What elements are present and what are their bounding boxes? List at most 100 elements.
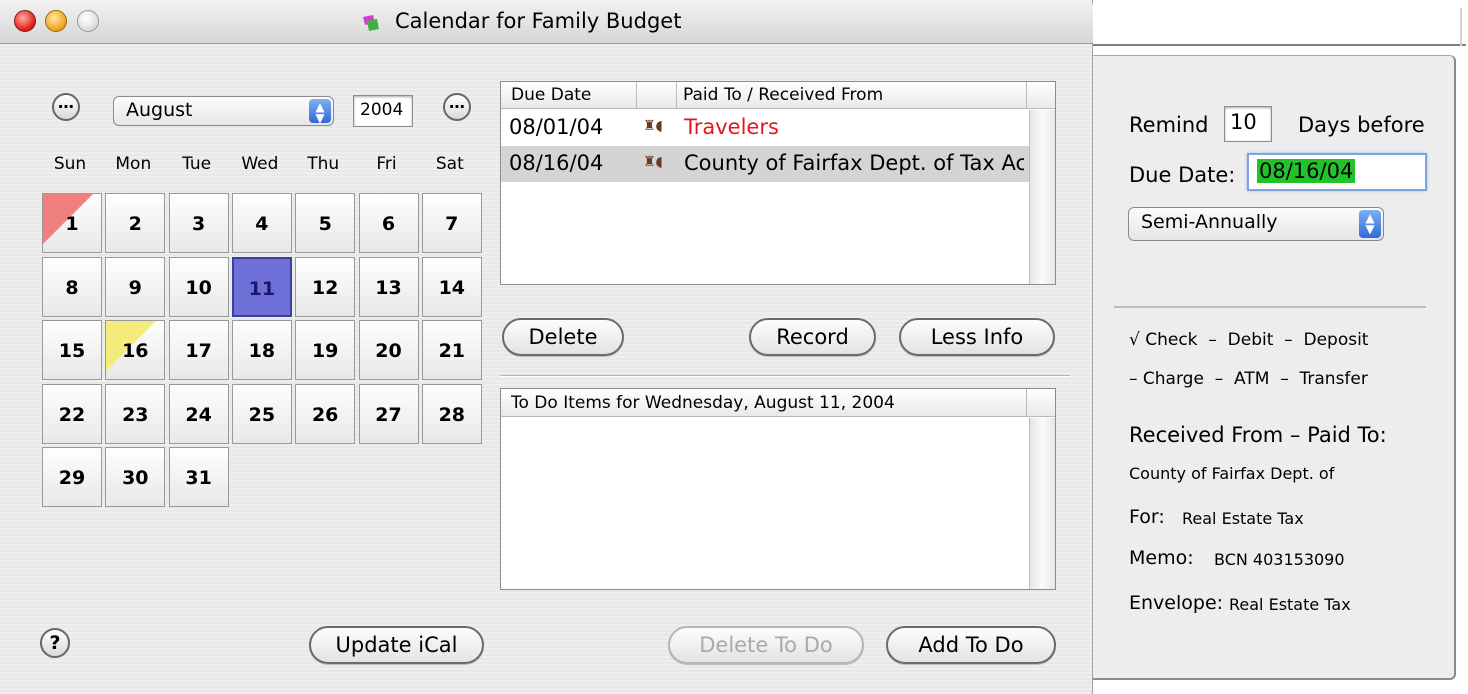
table-row[interactable]: 08/01/04 ♜◖ Travelers bbox=[501, 110, 1029, 145]
month-value: August bbox=[126, 99, 193, 121]
add-todo-button[interactable]: Add To Do bbox=[886, 626, 1056, 664]
col-due-date-header[interactable]: Due Date bbox=[511, 85, 591, 105]
calendar-day-18[interactable]: 18 bbox=[231, 320, 292, 380]
weekday-label: Tue bbox=[182, 154, 212, 174]
weekday-label: Thu bbox=[307, 154, 340, 174]
calendar-day-11[interactable]: 11 bbox=[231, 256, 292, 317]
calendar-day-12[interactable]: 12 bbox=[295, 256, 356, 317]
day-number: 18 bbox=[248, 340, 276, 362]
calendar-day-26[interactable]: 26 bbox=[295, 383, 356, 444]
todo-header: To Do Items for Wednesday, August 11, 20… bbox=[511, 393, 895, 413]
calendar-day-5[interactable]: 5 bbox=[295, 193, 356, 253]
section-divider bbox=[500, 375, 1070, 377]
calendar-day-30[interactable]: 30 bbox=[105, 447, 166, 507]
row-due-date: 08/16/04 bbox=[509, 151, 604, 175]
day-number: 21 bbox=[438, 340, 466, 362]
calendar-day-20[interactable]: 20 bbox=[358, 320, 419, 380]
help-button[interactable]: ? bbox=[40, 628, 70, 658]
day-number: 16 bbox=[122, 340, 149, 362]
drawer-divider bbox=[1114, 306, 1426, 308]
calendar-day-31[interactable]: 31 bbox=[168, 447, 229, 507]
calendar-day-27[interactable]: 27 bbox=[358, 383, 419, 444]
day-number: 12 bbox=[311, 276, 339, 299]
row-paid-to: Travelers bbox=[684, 115, 779, 139]
day-number: 31 bbox=[185, 467, 212, 489]
calendar-day-3[interactable]: 3 bbox=[168, 193, 229, 253]
frequency-popup[interactable]: Semi-Annually ▲ ▼ bbox=[1128, 207, 1384, 241]
weekday-label: Sun bbox=[53, 154, 87, 174]
calendar-day-23[interactable]: 23 bbox=[105, 383, 166, 444]
calendar-day-14[interactable]: 14 bbox=[421, 256, 482, 317]
calendar-day-17[interactable]: 17 bbox=[168, 320, 229, 380]
frequency-value: Semi-Annually bbox=[1141, 211, 1278, 233]
due-items-table: Due Date Paid To / Received From 08/01/0… bbox=[500, 81, 1056, 285]
weekday-label: Fri bbox=[376, 154, 397, 174]
previous-month-button[interactable]: ⋯ bbox=[52, 93, 80, 121]
zoom-button[interactable] bbox=[77, 10, 99, 32]
update-ical-button[interactable]: Update iCal bbox=[309, 626, 484, 664]
column-divider bbox=[636, 82, 637, 109]
day-number: 7 bbox=[445, 213, 459, 235]
calendar-day-6[interactable]: 6 bbox=[358, 193, 419, 253]
day-number: 5 bbox=[318, 213, 332, 235]
calendar-day-2[interactable]: 2 bbox=[105, 193, 166, 253]
days-before-label: Days before bbox=[1298, 113, 1425, 137]
day-number: 30 bbox=[122, 467, 149, 489]
year-field[interactable]: 2004 bbox=[353, 95, 413, 127]
todo-table-header: To Do Items for Wednesday, August 11, 20… bbox=[501, 389, 1055, 417]
transaction-types-row-2[interactable]: – Charge – ATM – Transfer bbox=[1129, 369, 1368, 389]
calendar-day-29[interactable]: 29 bbox=[42, 447, 102, 507]
due-table-header: Due Date Paid To / Received From bbox=[501, 82, 1055, 109]
received-from-value: County of Fairfax Dept. of bbox=[1129, 464, 1335, 483]
day-number: 28 bbox=[438, 403, 466, 426]
minimize-button[interactable] bbox=[45, 10, 67, 32]
day-number: 2 bbox=[128, 213, 142, 235]
delete-todo-button[interactable]: Delete To Do bbox=[668, 626, 864, 664]
calendar-day-9[interactable]: 9 bbox=[105, 256, 166, 317]
due-date-value: 08/16/04 bbox=[1257, 159, 1356, 183]
memo-value: BCN 403153090 bbox=[1214, 550, 1345, 569]
calendar-day-25[interactable]: 25 bbox=[231, 383, 292, 444]
window-title: Calendar for Family Budget bbox=[395, 9, 682, 33]
day-number: 20 bbox=[375, 340, 402, 362]
day-number: 4 bbox=[255, 213, 269, 235]
table-row-selected[interactable]: 08/16/04 ♜◖ County of Fairfax Dept. of T… bbox=[501, 146, 1029, 182]
received-from-label: Received From – Paid To: bbox=[1129, 423, 1387, 447]
calendar-day-4[interactable]: 4 bbox=[231, 193, 292, 253]
calendar-window: Calendar for Family Budget ⋯ August ▲ ▼ 2… bbox=[0, 0, 1093, 694]
for-label: For: bbox=[1129, 506, 1165, 528]
next-month-button[interactable]: ⋯ bbox=[443, 93, 471, 121]
calendar-day-24[interactable]: 24 bbox=[168, 383, 229, 444]
calendar-day-21[interactable]: 21 bbox=[421, 320, 482, 380]
calendar-day-7[interactable]: 7 bbox=[421, 193, 482, 253]
calendar-day-19[interactable]: 19 bbox=[295, 320, 356, 380]
day-number: 3 bbox=[191, 213, 206, 235]
remind-days-field[interactable]: 10 bbox=[1224, 106, 1272, 142]
column-divider bbox=[1026, 389, 1027, 417]
due-table-scrollbar[interactable] bbox=[1029, 110, 1055, 284]
calendar-day-16[interactable]: 16 bbox=[105, 320, 166, 380]
calendar-day-10[interactable]: 10 bbox=[168, 256, 229, 317]
col-paid-to-header[interactable]: Paid To / Received From bbox=[683, 85, 883, 105]
calendar-day-22[interactable]: 22 bbox=[42, 383, 102, 444]
record-button[interactable]: Record bbox=[749, 318, 876, 356]
todo-table-scrollbar[interactable] bbox=[1029, 418, 1055, 589]
day-number: 14 bbox=[438, 276, 466, 299]
close-button[interactable] bbox=[14, 10, 36, 32]
transaction-types-row-1[interactable]: √ Check – Debit – Deposit bbox=[1129, 330, 1368, 350]
calendar-day-28[interactable]: 28 bbox=[421, 383, 482, 444]
day-number: 22 bbox=[58, 403, 86, 426]
weekday-label: Mon bbox=[115, 154, 152, 174]
calendar-day-1[interactable]: 1 bbox=[42, 193, 102, 253]
less-info-button[interactable]: Less Info bbox=[899, 318, 1055, 356]
day-number: 24 bbox=[185, 403, 212, 426]
day-number: 29 bbox=[58, 467, 86, 489]
due-date-field[interactable]: 08/16/04 bbox=[1247, 153, 1427, 191]
month-popup[interactable]: August ▲ ▼ bbox=[113, 96, 334, 126]
calendar-day-8[interactable]: 8 bbox=[42, 256, 102, 317]
delete-button[interactable]: Delete bbox=[502, 318, 624, 356]
column-divider bbox=[1026, 82, 1027, 109]
calendar-day-15[interactable]: 15 bbox=[42, 320, 102, 380]
calendar-day-13[interactable]: 13 bbox=[358, 256, 419, 317]
day-number: 13 bbox=[375, 276, 402, 299]
